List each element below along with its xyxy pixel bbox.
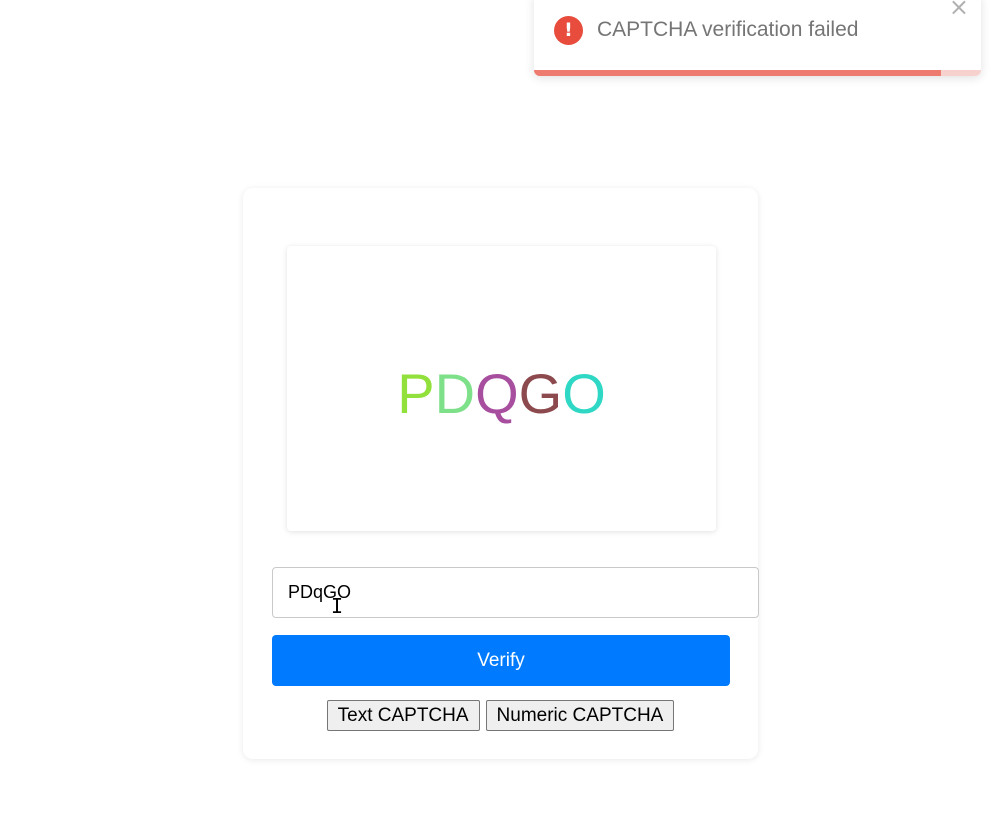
text-captcha-button[interactable]: Text CAPTCHA bbox=[326, 700, 480, 731]
captcha-char: Q bbox=[475, 362, 519, 425]
error-toast: ! CAPTCHA verification failed × bbox=[534, 0, 981, 76]
verify-button[interactable]: Verify bbox=[272, 635, 730, 686]
close-icon[interactable]: × bbox=[949, 0, 969, 20]
captcha-mode-buttons: Text CAPTCHA Numeric CAPTCHA bbox=[243, 700, 758, 731]
captcha-input[interactable] bbox=[272, 567, 759, 618]
captcha-card: PDQGO Verify Text CAPTCHA Numeric CAPTCH… bbox=[243, 188, 759, 759]
captcha-char: P bbox=[397, 362, 435, 425]
captcha-char: D bbox=[434, 362, 476, 425]
captcha-image: PDQGO bbox=[287, 246, 716, 531]
numeric-captcha-button[interactable]: Numeric CAPTCHA bbox=[485, 700, 675, 731]
captcha-text: PDQGO bbox=[287, 364, 716, 424]
page: ! CAPTCHA verification failed × PDQGO Ve… bbox=[0, 0, 993, 831]
toast-progress-fill bbox=[534, 70, 941, 76]
toast-progress-bar bbox=[534, 70, 981, 76]
alert-circle-icon: ! bbox=[554, 16, 583, 45]
captcha-char: O bbox=[562, 362, 606, 425]
captcha-char: G bbox=[518, 362, 563, 425]
toast-message: CAPTCHA verification failed bbox=[597, 18, 859, 41]
